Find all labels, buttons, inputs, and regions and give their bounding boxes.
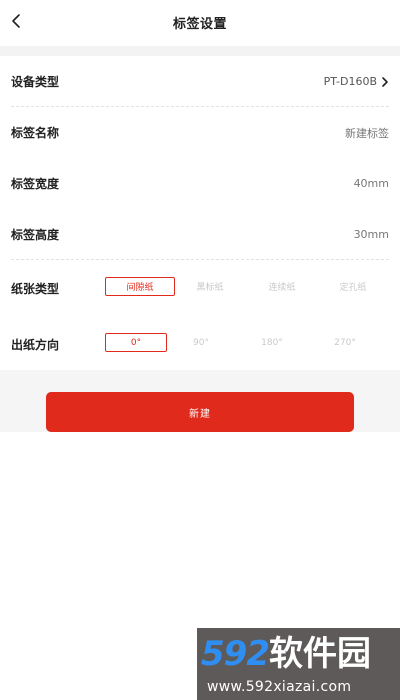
create-button[interactable]: 新建 bbox=[46, 392, 354, 432]
device-type-value: PT-D160B bbox=[323, 75, 377, 88]
label-height-row[interactable]: 标签高度 30mm bbox=[0, 209, 400, 260]
paper-type-option-continuous[interactable]: 连续纸 bbox=[247, 277, 317, 296]
chevron-right-icon bbox=[381, 76, 389, 88]
label-name-value: 新建标签 bbox=[345, 126, 389, 140]
watermark-url: www.592xiazai.com bbox=[207, 679, 352, 695]
label-width-value: 40mm bbox=[353, 177, 389, 190]
orientation-row: 出纸方向 0° 90° 180° 270° bbox=[0, 316, 400, 368]
device-type-value-group: PT-D160B bbox=[324, 75, 389, 88]
label-width-row[interactable]: 标签宽度 40mm bbox=[0, 158, 400, 209]
orientation-option-90[interactable]: 90° bbox=[166, 333, 236, 352]
paper-type-label: 纸张类型 bbox=[11, 282, 60, 296]
device-type-row[interactable]: 设备类型 PT-D160B bbox=[0, 56, 400, 107]
label-height-value: 30mm bbox=[353, 228, 389, 241]
watermark-name: 软件园 bbox=[268, 634, 371, 674]
paper-type-option-punched[interactable]: 定孔纸 bbox=[318, 277, 388, 296]
label-name-row[interactable]: 标签名称 新建标签 bbox=[0, 107, 400, 158]
page-title: 标签设置 bbox=[172, 17, 227, 32]
label-width-label: 标签宽度 bbox=[11, 177, 60, 191]
device-type-label: 设备类型 bbox=[11, 75, 60, 89]
paper-type-option-gap[interactable]: 间隙纸 bbox=[105, 277, 175, 296]
paper-type-option-black-mark[interactable]: 黑标纸 bbox=[175, 277, 245, 296]
orientation-option-270[interactable]: 270° bbox=[310, 333, 380, 352]
watermark-number: 592 bbox=[201, 634, 270, 674]
label-name-label: 标签名称 bbox=[11, 126, 60, 140]
label-height-label: 标签高度 bbox=[11, 228, 60, 242]
watermark-logo: 592软件园 bbox=[201, 636, 371, 672]
orientation-option-0[interactable]: 0° bbox=[105, 333, 167, 352]
settings-list: 设备类型 PT-D160B 标签名称 新建标签 标签宽度 40mm 标签高度 3… bbox=[0, 56, 400, 260]
orientation-option-180[interactable]: 180° bbox=[237, 333, 307, 352]
top-nav-bar: 标签设置 bbox=[0, 0, 400, 46]
paper-type-row: 纸张类型 间隙纸 黑标纸 连续纸 定孔纸 bbox=[0, 260, 400, 312]
orientation-label: 出纸方向 bbox=[11, 338, 60, 352]
header-divider bbox=[0, 46, 400, 56]
site-watermark: 592软件园 www.592xiazai.com bbox=[197, 628, 400, 700]
